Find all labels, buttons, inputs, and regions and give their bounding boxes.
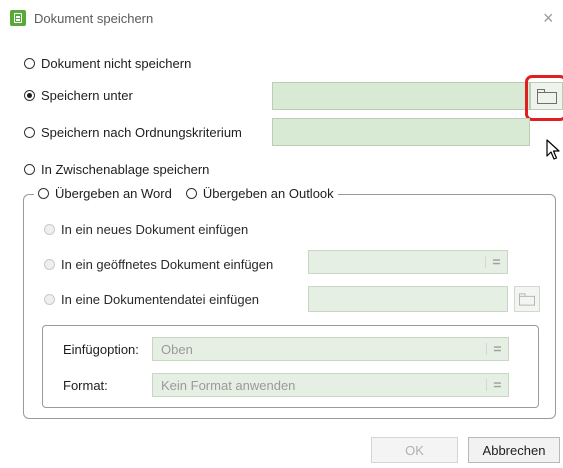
option-save-as-label: Speichern unter — [41, 88, 133, 103]
radio-save-as[interactable] — [24, 90, 35, 101]
chevron-down-icon: ▁ ▔ — [485, 255, 501, 270]
folder-icon — [519, 293, 535, 305]
radio-not-save[interactable] — [24, 58, 35, 69]
transfer-group-legend: Übergeben an Word Übergeben an Outlook — [34, 186, 338, 201]
radio-save-by-criterion[interactable] — [24, 127, 35, 138]
open-doc-select[interactable]: ▁ ▔ — [308, 250, 508, 274]
format-select[interactable]: Kein Format anwenden ▁ ▔ — [152, 373, 509, 397]
radio-new-doc[interactable] — [44, 224, 55, 235]
transfer-outlook-label: Übergeben an Outlook — [202, 186, 334, 201]
insert-option-label: Einfügoption: — [63, 342, 139, 357]
transfer-word-label: Übergeben an Word — [55, 186, 172, 201]
title-bar: Dokument speichern × — [0, 0, 563, 40]
option-not-save-label: Dokument nicht speichern — [41, 56, 192, 71]
insert-option-select[interactable]: Oben ▁ ▔ — [152, 337, 509, 361]
format-value: Kein Format anwenden — [161, 377, 296, 393]
option-new-doc-label: In ein neues Dokument einfügen — [61, 222, 249, 237]
document-icon — [10, 10, 26, 26]
option-save-by-criterion[interactable]: Speichern nach Ordnungskriterium — [24, 125, 242, 140]
mouse-cursor-icon — [546, 139, 560, 164]
window-title: Dokument speichern — [34, 11, 154, 26]
close-icon[interactable]: × — [543, 8, 554, 29]
radio-word[interactable] — [38, 188, 49, 199]
option-clipboard-label: In Zwischenablage speichern — [41, 162, 210, 177]
option-save-by-criterion-label: Speichern nach Ordnungskriterium — [41, 125, 242, 140]
highlight-box — [525, 75, 563, 121]
doc-file-field[interactable] — [308, 286, 508, 312]
cancel-button[interactable]: Abbrechen — [468, 437, 560, 463]
option-open-doc-label: In ein geöffnetes Dokument einfügen — [61, 257, 274, 272]
criterion-field[interactable] — [272, 118, 530, 146]
doc-file-browse-button[interactable] — [514, 286, 540, 312]
option-clipboard[interactable]: In Zwischenablage speichern — [24, 162, 209, 177]
option-open-doc[interactable]: In ein geöffnetes Dokument einfügen — [44, 257, 273, 272]
radio-clipboard[interactable] — [24, 164, 35, 175]
option-doc-file-label: In eine Dokumentendatei einfügen — [61, 292, 260, 307]
option-doc-file[interactable]: In eine Dokumentendatei einfügen — [44, 292, 259, 307]
option-new-doc[interactable]: In ein neues Dokument einfügen — [44, 222, 248, 237]
radio-doc-file[interactable] — [44, 294, 55, 305]
ok-button[interactable]: OK — [371, 437, 458, 463]
option-not-save[interactable]: Dokument nicht speichern — [24, 56, 191, 71]
chevron-down-icon: ▁ ▔ — [486, 342, 502, 357]
save-as-path-field[interactable] — [272, 82, 530, 110]
option-save-as[interactable]: Speichern unter — [24, 88, 133, 103]
radio-open-doc[interactable] — [44, 259, 55, 270]
chevron-down-icon: ▁ ▔ — [486, 378, 502, 393]
format-label: Format: — [63, 378, 108, 393]
insert-option-value: Oben — [161, 341, 193, 357]
radio-outlook[interactable] — [185, 188, 197, 199]
